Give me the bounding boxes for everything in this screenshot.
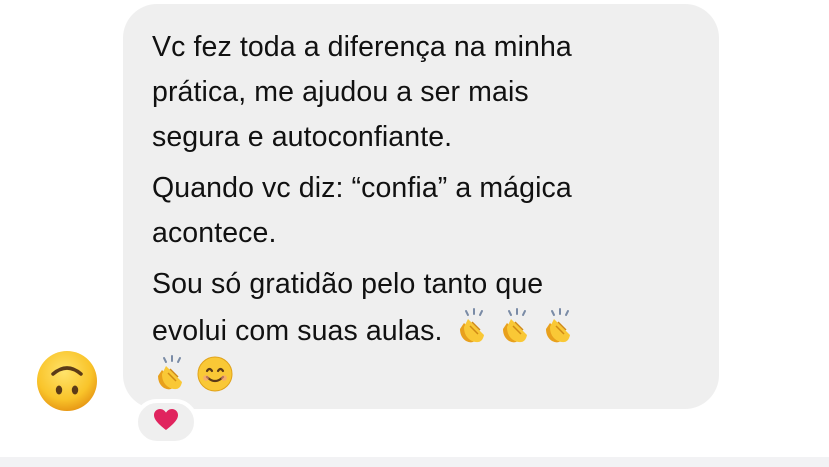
- message-line: Vc fez toda a diferença na minha: [152, 31, 572, 63]
- reaction-badge[interactable]: [134, 399, 198, 445]
- red-heart-icon: [153, 408, 179, 437]
- clapping-hands-icon: [454, 307, 494, 347]
- chat-view: Vc fez toda a diferença na minha prática…: [0, 0, 829, 467]
- upside-down-face-icon: [36, 350, 98, 412]
- message-bubble[interactable]: Vc fez toda a diferença na minha prática…: [123, 4, 719, 409]
- message-line: segura e autoconfiante.: [152, 121, 453, 153]
- smiling-face-icon: [195, 354, 235, 394]
- message-line: Sou só gratidão pelo tanto que: [152, 268, 544, 300]
- message-line: prática, me ajudou a ser mais: [152, 76, 529, 108]
- clapping-hands-icon: [540, 307, 580, 347]
- clapping-hands-icon: [152, 354, 192, 394]
- message-line: acontece.: [152, 217, 277, 249]
- message-text: evolui com suas aulas.: [152, 315, 443, 347]
- bottom-bar: [0, 457, 829, 467]
- message-line: Quando vc diz: “confia” a mágica: [152, 172, 572, 204]
- message-line-with-emojis: evolui com suas aulas.: [152, 307, 695, 354]
- sender-avatar[interactable]: [36, 350, 98, 412]
- message-emoji-line: [152, 354, 695, 401]
- clapping-hands-icon: [497, 307, 537, 347]
